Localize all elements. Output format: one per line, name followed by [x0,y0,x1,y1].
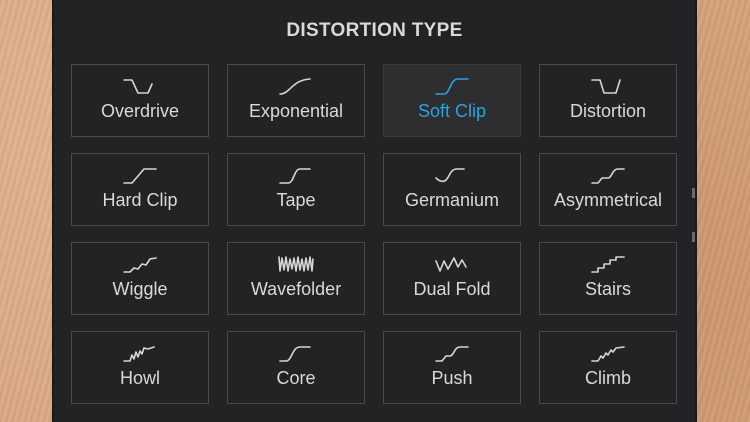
type-label: Overdrive [100,101,180,121]
tape-curve-icon [279,168,311,184]
type-button-howl[interactable]: Howl [71,331,209,404]
hard-clip-curve-icon [123,168,157,184]
type-label: Hard Clip [102,190,178,210]
stairs-curve-icon [591,256,625,273]
scroll-edge-marker [692,188,695,198]
exponential-curve-icon [279,78,311,95]
wavefolder-curve-icon [278,256,314,272]
type-label: Core [276,368,316,388]
asymmetrical-curve-icon [591,168,625,184]
type-button-climb[interactable]: Climb [539,331,677,404]
type-label: Exponential [248,101,344,121]
type-label: Dual Fold [413,279,491,299]
type-button-distortion[interactable]: Distortion [539,64,677,137]
germanium-curve-icon [435,168,465,183]
type-label: Wavefolder [250,279,342,299]
type-label: Climb [584,368,631,388]
type-label: Asymmetrical [553,190,662,210]
howl-curve-icon [123,346,155,362]
type-button-core[interactable]: Core [227,331,365,404]
type-button-wavefolder[interactable]: Wavefolder [227,242,365,315]
type-label: Germanium [404,190,500,210]
wiggle-curve-icon [123,257,157,273]
type-label: Stairs [584,279,631,299]
type-button-push[interactable]: Push [383,331,521,404]
type-label: Distortion [569,101,647,121]
dual-fold-curve-icon [435,257,467,272]
push-curve-icon [435,346,469,362]
type-button-asymmetrical[interactable]: Asymmetrical [539,153,677,226]
type-button-hard-clip[interactable]: Hard Clip [71,153,209,226]
core-curve-icon [279,346,311,362]
soft-clip-curve-icon [435,78,469,95]
type-button-overdrive[interactable]: Overdrive [71,64,209,137]
type-button-exponential[interactable]: Exponential [227,64,365,137]
type-button-germanium[interactable]: Germanium [383,153,521,226]
type-label: Soft Clip [417,101,487,121]
type-label: Howl [119,368,160,388]
scroll-edge-marker [692,232,695,242]
type-label: Wiggle [112,279,168,299]
climb-curve-icon [591,346,625,362]
type-button-dual-fold[interactable]: Dual Fold [383,242,521,315]
distortion-type-panel: DISTORTION TYPE Overdrive Exponential So… [52,0,697,422]
type-button-tape[interactable]: Tape [227,153,365,226]
type-label: Push [431,368,473,388]
type-button-soft-clip[interactable]: Soft Clip [383,64,521,137]
distortion-curve-icon [591,79,621,94]
overdrive-curve-icon [123,79,153,94]
type-label: Tape [276,190,316,210]
panel-title: DISTORTION TYPE [286,20,463,41]
type-button-wiggle[interactable]: Wiggle [71,242,209,315]
type-button-stairs[interactable]: Stairs [539,242,677,315]
distortion-type-grid: Overdrive Exponential Soft Clip Distorti… [71,64,677,404]
